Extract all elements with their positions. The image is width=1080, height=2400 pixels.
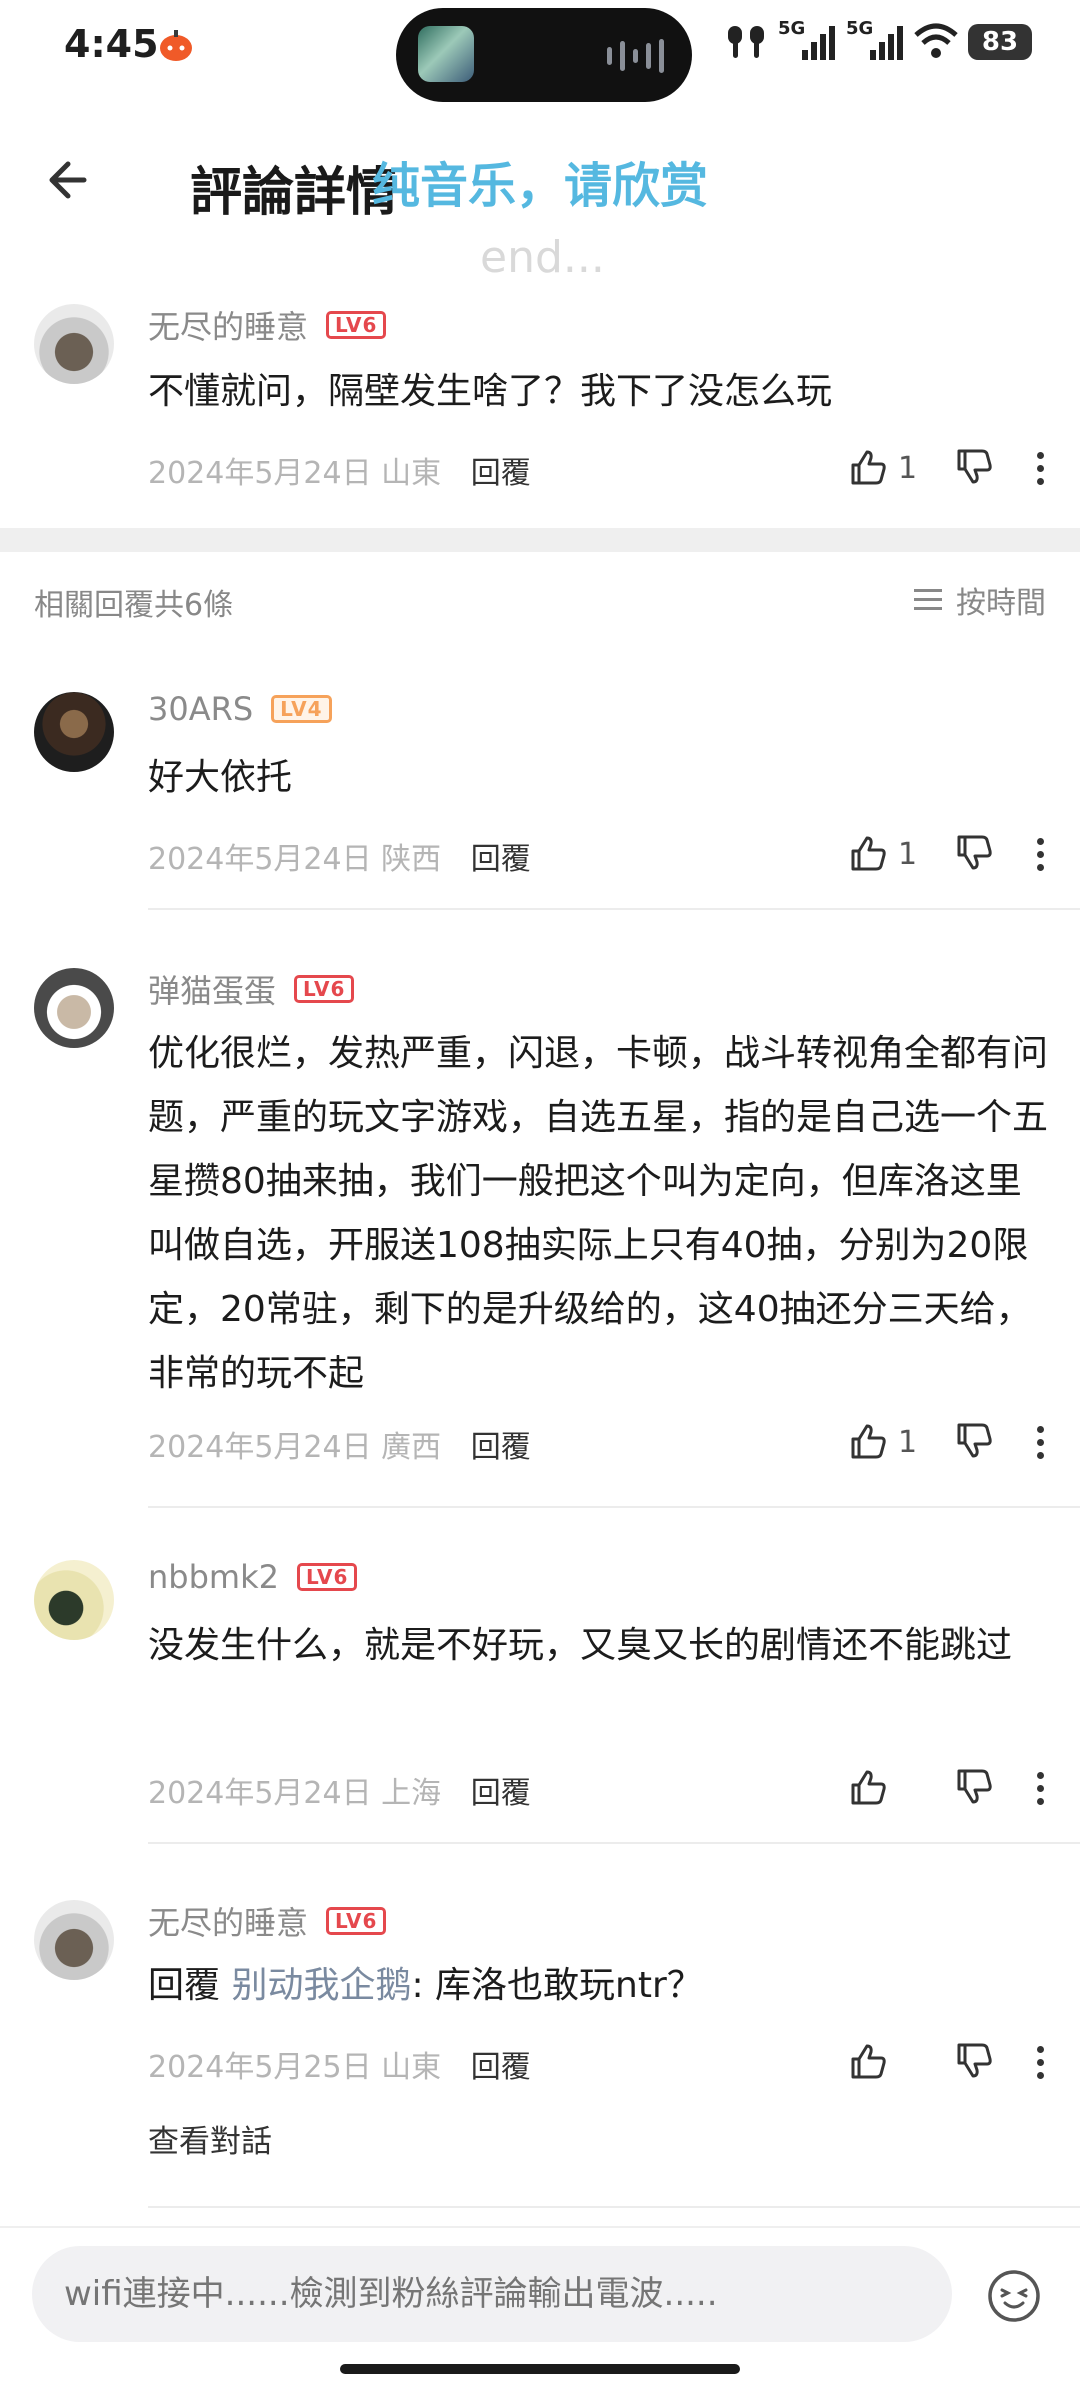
level-badge: LV6 xyxy=(296,1563,358,1591)
dislike-button[interactable] xyxy=(954,2040,994,2084)
comment-date-location: 2024年5月24日 山東 xyxy=(148,456,442,491)
reply-item: 无尽的睡意 LV6 回覆 别动我企鹅: 库洛也敢玩ntr？ 2024年5月25日… xyxy=(0,1892,1080,2212)
reply-prefix: 回覆 xyxy=(148,1965,221,2006)
comment-text: 不懂就问，隔壁发生啥了？我下了没怎么玩 xyxy=(148,371,833,412)
status-icons: 5G 5G 83 xyxy=(724,18,1032,62)
lyric-overlay-end: end... xyxy=(480,232,605,283)
main-comment: 无尽的睡意 LV6 不懂就问，隔壁发生啥了？我下了没怎么玩 2024年5月24日… xyxy=(0,300,1080,528)
reply-text: : 库洛也敢玩ntr？ xyxy=(411,1965,703,2006)
dynamic-island[interactable] xyxy=(396,8,692,102)
comment-text: 没发生什么，就是不好玩，又臭又长的剧情还不能跳过 xyxy=(148,1625,1013,1666)
back-arrow-icon[interactable] xyxy=(40,148,104,212)
username[interactable]: 30ARS xyxy=(148,690,253,728)
thumbs-down-icon xyxy=(957,1769,992,1804)
sort-button[interactable]: 按時間 xyxy=(912,578,1046,622)
level-badge: LV4 xyxy=(271,695,332,723)
level-badge: LV6 xyxy=(326,311,387,339)
username[interactable]: 无尽的睡意 xyxy=(148,1898,308,1944)
app-notification-icon xyxy=(160,30,192,61)
thumbs-up-icon xyxy=(851,450,886,485)
comment-text: 回覆 别动我企鹅: 库洛也敢玩ntr？ xyxy=(148,1954,1048,2018)
more-options-icon[interactable] xyxy=(1030,1771,1050,1805)
reply-button[interactable]: 回覆 xyxy=(471,842,531,877)
avatar[interactable] xyxy=(34,1560,114,1640)
like-button[interactable] xyxy=(848,2042,920,2082)
comment-date-location: 2024年5月25日 山東 xyxy=(148,2050,442,2085)
status-time: 4:45 xyxy=(64,22,159,66)
audio-visualizer-icon xyxy=(607,38,664,74)
sort-label: 按時間 xyxy=(956,586,1046,621)
battery-indicator: 83 xyxy=(968,24,1032,60)
comment-text: 优化很烂，发热严重，闪退，卡顿，战斗转视角全都有问题，严重的玩文字游戏，自选五星… xyxy=(148,1033,1049,1394)
replies-header: 相關回覆共6條 按時間 xyxy=(0,576,1080,626)
comment-date-location: 2024年5月24日 陕西 xyxy=(148,842,442,877)
level-badge: LV6 xyxy=(294,975,355,1003)
like-count: 1 xyxy=(898,450,918,486)
like-count: 1 xyxy=(898,836,918,872)
level-badge: LV6 xyxy=(326,1907,387,1935)
top-bar: 評論詳情 纯音乐，请欣赏 end... xyxy=(0,120,1080,283)
signal-5g-icon: 5G xyxy=(778,18,836,62)
avatar[interactable] xyxy=(34,1900,114,1980)
thumbs-down-icon xyxy=(957,835,992,870)
thumbs-up-icon xyxy=(851,1424,886,1459)
thumbs-up-icon xyxy=(851,2044,886,2079)
more-options-icon[interactable] xyxy=(1030,2045,1050,2079)
earbuds-icon xyxy=(728,26,764,58)
username[interactable]: 弹猫蛋蛋 xyxy=(148,966,276,1012)
reply-button[interactable]: 回覆 xyxy=(471,1776,531,1811)
thumbs-down-icon xyxy=(957,1423,992,1458)
reply-button[interactable]: 回覆 xyxy=(471,456,531,491)
media-thumbnail xyxy=(418,26,474,82)
comment-text: 好大依托 xyxy=(148,757,293,798)
section-divider xyxy=(0,528,1080,552)
like-count: 1 xyxy=(898,1424,918,1460)
more-options-icon[interactable] xyxy=(1030,837,1050,871)
like-button[interactable]: 1 xyxy=(848,448,920,488)
reply-item: 30ARS LV4 好大依托 2024年5月24日 陕西 回覆 1 xyxy=(0,684,1080,910)
thumbs-up-icon xyxy=(851,1770,886,1805)
divider xyxy=(148,1506,1080,1508)
wifi-icon xyxy=(914,23,958,58)
comment-date-location: 2024年5月24日 廣西 xyxy=(148,1430,442,1465)
see-conversation-link[interactable]: 查看對話 xyxy=(148,2116,272,2161)
thumbs-up-icon xyxy=(851,836,886,871)
like-button[interactable]: 1 xyxy=(848,1422,920,1462)
reply-target-username[interactable]: 别动我企鹅 xyxy=(231,1965,411,2006)
more-options-icon[interactable] xyxy=(1030,451,1050,485)
thumbs-down-icon xyxy=(957,449,992,484)
comment-input[interactable] xyxy=(32,2246,952,2342)
emoji-icon[interactable] xyxy=(986,2268,1042,2324)
reply-item: nbbmk2 LV6 没发生什么，就是不好玩，又臭又长的剧情还不能跳过 2024… xyxy=(0,1552,1080,1844)
like-button[interactable]: 1 xyxy=(848,834,920,874)
dislike-button[interactable] xyxy=(954,1766,994,1810)
avatar[interactable] xyxy=(34,968,114,1048)
comment-date-location: 2024年5月24日 上海 xyxy=(148,1776,442,1811)
sort-lines-icon xyxy=(914,589,942,610)
reply-button[interactable]: 回覆 xyxy=(471,2050,531,2085)
like-button[interactable] xyxy=(848,1768,920,1808)
divider xyxy=(148,1842,1080,1844)
page-title: 評論詳情 xyxy=(190,163,399,223)
replies-count: 相關回覆共6條 xyxy=(34,588,234,623)
dislike-button[interactable] xyxy=(954,446,994,490)
username[interactable]: nbbmk2 xyxy=(148,1558,279,1596)
lyric-overlay-text: 纯音乐，请欣赏 xyxy=(372,158,709,214)
divider xyxy=(148,908,1080,910)
thumbs-down-icon xyxy=(957,2043,992,2078)
username[interactable]: 无尽的睡意 xyxy=(148,302,308,348)
avatar[interactable] xyxy=(34,304,114,384)
reply-button[interactable]: 回覆 xyxy=(471,1430,531,1465)
dislike-button[interactable] xyxy=(954,1420,994,1464)
status-bar: 4:45 5G 5G 83 xyxy=(0,0,1080,102)
divider xyxy=(148,2206,1080,2208)
home-indicator[interactable] xyxy=(340,2364,740,2374)
more-options-icon[interactable] xyxy=(1030,1425,1050,1459)
dislike-button[interactable] xyxy=(954,832,994,876)
reply-item: 弹猫蛋蛋 LV6 优化很烂，发热严重，闪退，卡顿，战斗转视角全都有问题，严重的玩… xyxy=(0,960,1080,1510)
signal-5g-icon-2: 5G xyxy=(846,18,904,62)
avatar[interactable] xyxy=(34,692,114,772)
